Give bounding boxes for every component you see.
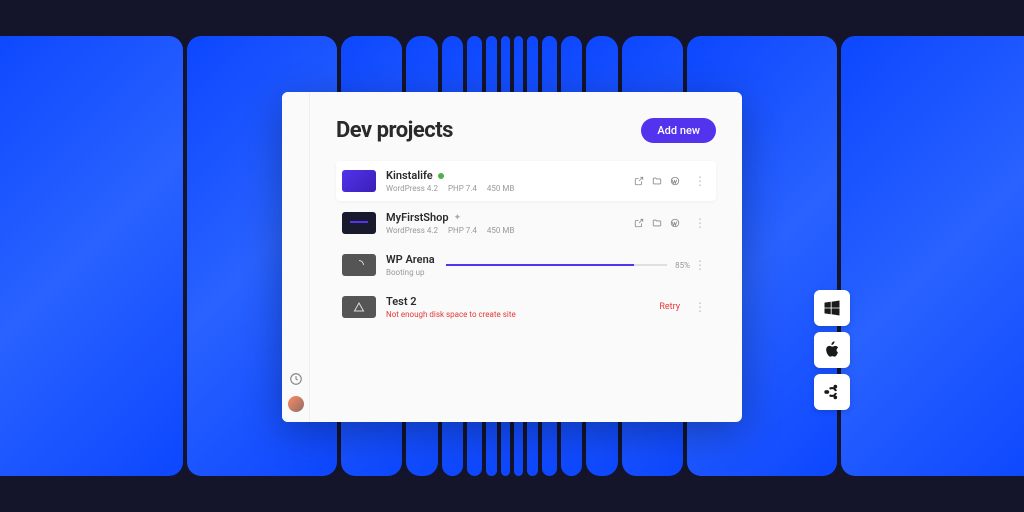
project-name: WP Arena bbox=[386, 253, 435, 266]
sidebar bbox=[282, 92, 310, 422]
more-icon[interactable]: ⋮ bbox=[690, 300, 710, 314]
page-title: Dev projects bbox=[336, 118, 453, 143]
project-row[interactable]: Test 2 Not enough disk space to create s… bbox=[336, 287, 716, 327]
project-name: Kinstalife bbox=[386, 169, 433, 182]
project-thumbnail bbox=[342, 170, 376, 192]
project-actions bbox=[634, 218, 680, 228]
windows-icon[interactable] bbox=[814, 290, 850, 326]
progress-bar: 85% bbox=[446, 261, 690, 270]
warning-icon bbox=[353, 301, 365, 313]
more-icon[interactable]: ⋮ bbox=[690, 258, 710, 272]
folder-icon[interactable] bbox=[652, 218, 662, 228]
app-window: Dev projects Add new Kinstalife WordPres… bbox=[282, 92, 742, 422]
project-meta: WordPress 4.2PHP 7.4450 MB bbox=[386, 226, 634, 235]
more-icon[interactable]: ⋮ bbox=[690, 216, 710, 230]
open-external-icon[interactable] bbox=[634, 218, 644, 228]
avatar[interactable] bbox=[288, 396, 304, 412]
project-thumbnail bbox=[342, 254, 376, 276]
apple-icon[interactable] bbox=[814, 332, 850, 368]
project-name: MyFirstShop bbox=[386, 211, 449, 224]
clock-icon[interactable] bbox=[289, 372, 303, 386]
spinner-icon bbox=[353, 259, 365, 271]
project-error: Not enough disk space to create site bbox=[386, 310, 659, 319]
project-row[interactable]: MyFirstShop ✦ WordPress 4.2PHP 7.4450 MB… bbox=[336, 203, 716, 243]
project-name: Test 2 bbox=[386, 295, 417, 308]
folder-icon[interactable] bbox=[652, 176, 662, 186]
project-actions bbox=[634, 176, 680, 186]
add-new-button[interactable]: Add new bbox=[641, 118, 716, 143]
header: Dev projects Add new bbox=[336, 118, 716, 143]
status-dot-running bbox=[438, 173, 444, 179]
more-icon[interactable]: ⋮ bbox=[690, 174, 710, 188]
os-badges bbox=[814, 290, 850, 410]
wordpress-icon[interactable] bbox=[670, 218, 680, 228]
project-row[interactable]: WP Arena Booting up 85% ⋮ bbox=[336, 245, 716, 285]
retry-button[interactable]: Retry bbox=[659, 302, 680, 312]
project-status-text: Booting up bbox=[386, 268, 446, 277]
wordpress-icon[interactable] bbox=[670, 176, 680, 186]
main-panel: Dev projects Add new Kinstalife WordPres… bbox=[310, 92, 742, 422]
project-row[interactable]: Kinstalife WordPress 4.2PHP 7.4450 MB ⋮ bbox=[336, 161, 716, 201]
open-external-icon[interactable] bbox=[634, 176, 644, 186]
project-thumbnail bbox=[342, 212, 376, 234]
project-meta: WordPress 4.2PHP 7.4450 MB bbox=[386, 184, 634, 193]
ubuntu-icon[interactable] bbox=[814, 374, 850, 410]
project-thumbnail bbox=[342, 296, 376, 318]
star-icon: ✦ bbox=[454, 213, 462, 223]
